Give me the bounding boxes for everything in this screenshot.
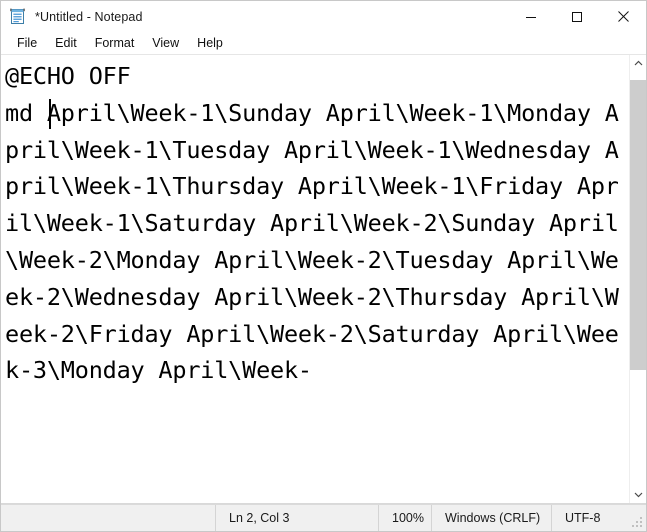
title-bar: *Untitled - Notepad <box>1 1 646 32</box>
menu-item-file[interactable]: File <box>8 34 46 53</box>
menu-bar: File Edit Format View Help <box>1 32 646 55</box>
close-button[interactable] <box>600 1 646 32</box>
menu-item-view[interactable]: View <box>143 34 188 53</box>
status-line-column: Ln 2, Col 3 <box>215 505 378 531</box>
status-bar: Ln 2, Col 3 100% Windows (CRLF) UTF-8 <box>1 504 646 531</box>
maximize-icon <box>572 11 582 22</box>
status-zoom-level[interactable]: 100% <box>378 505 431 531</box>
scroll-track[interactable] <box>630 72 646 486</box>
notepad-icon <box>10 8 25 24</box>
menu-item-help[interactable]: Help <box>188 34 232 53</box>
scroll-down-button[interactable] <box>630 486 646 503</box>
chevron-up-icon <box>634 60 642 66</box>
text-editor[interactable]: @ECHO OFF md April\Week-1\Sunday April\W… <box>1 55 629 503</box>
minimize-button[interactable] <box>508 1 554 32</box>
vertical-scrollbar[interactable] <box>629 55 646 503</box>
maximize-button[interactable] <box>554 1 600 32</box>
title-bar-left: *Untitled - Notepad <box>1 8 508 25</box>
status-spacer <box>1 505 215 531</box>
scroll-thumb[interactable] <box>630 80 646 371</box>
close-icon <box>617 11 629 22</box>
chevron-down-icon <box>634 492 642 498</box>
scroll-up-button[interactable] <box>630 55 646 72</box>
status-line-ending[interactable]: Windows (CRLF) <box>431 505 551 531</box>
minimize-icon <box>526 16 536 18</box>
menu-item-edit[interactable]: Edit <box>46 34 86 53</box>
menu-item-format[interactable]: Format <box>86 34 144 53</box>
resize-grip-icon[interactable] <box>631 516 643 528</box>
editor-area: @ECHO OFF md April\Week-1\Sunday April\W… <box>1 55 646 504</box>
document-text: @ECHO OFF md April\Week-1\Sunday April\W… <box>5 62 619 385</box>
notepad-window: *Untitled - Notepad File Edit Format Vie… <box>0 0 647 532</box>
window-title: *Untitled - Notepad <box>35 9 143 24</box>
text-caret <box>49 99 51 129</box>
